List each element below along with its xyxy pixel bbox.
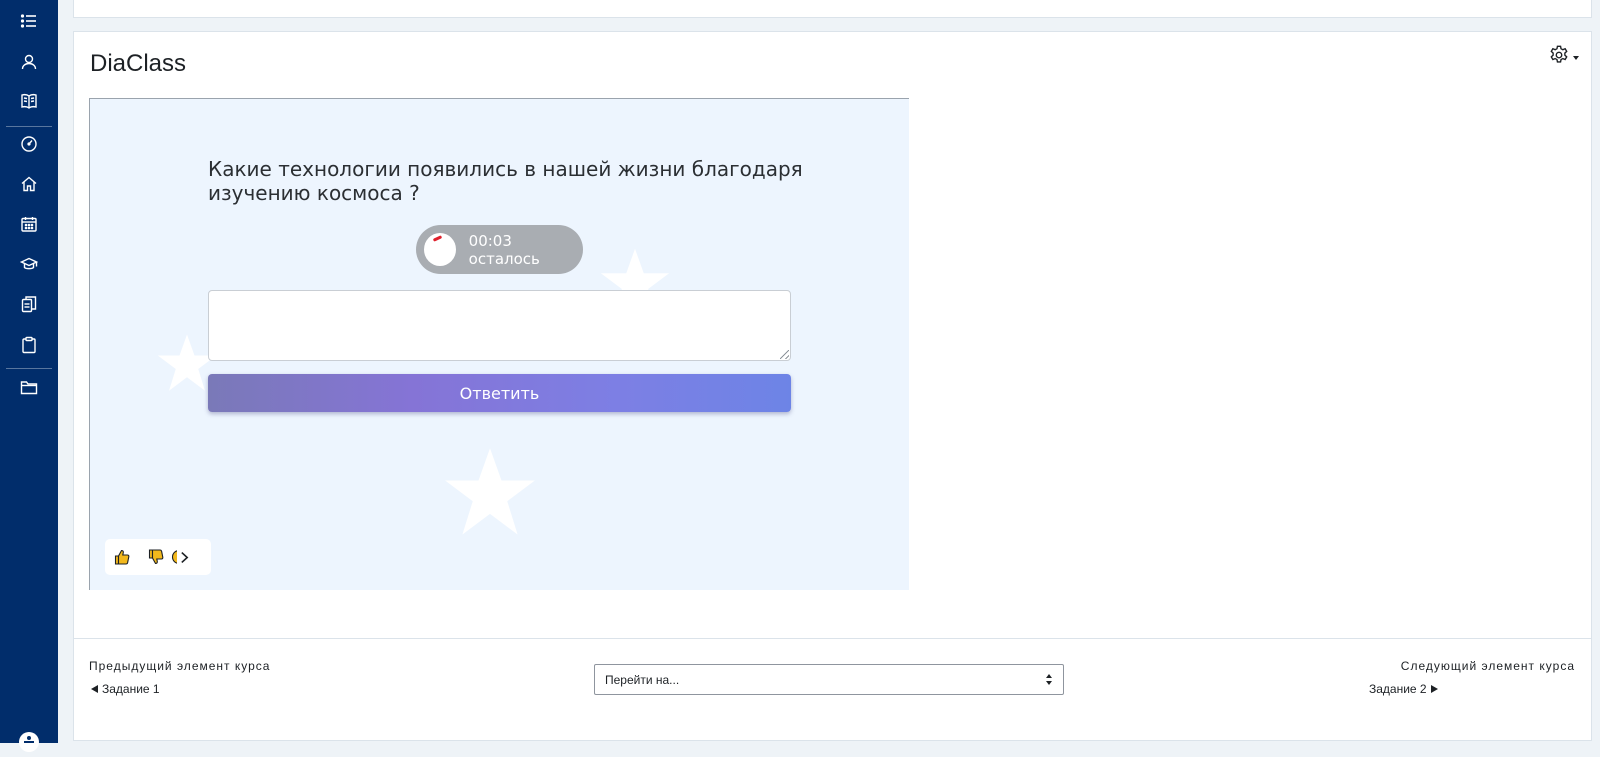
dislike-button[interactable]	[139, 539, 173, 575]
participants-icon	[21, 54, 37, 70]
list-icon	[20, 14, 36, 28]
book-icon	[21, 94, 37, 109]
settings-menu-button[interactable]	[1548, 44, 1579, 66]
thumbs-up-icon	[114, 549, 130, 565]
nav-rail	[0, 0, 58, 752]
participants-button[interactable]	[0, 44, 58, 80]
answer-input[interactable]	[208, 290, 791, 361]
countdown-timer: 00:03 осталось	[416, 225, 583, 274]
timer-remaining: 00:03 осталось	[468, 231, 540, 268]
private-files-button[interactable]	[0, 369, 58, 405]
select-arrows-icon	[1046, 674, 1052, 685]
jump-to-value: Перейти на...	[605, 672, 680, 687]
like-button[interactable]	[105, 539, 139, 575]
star-decoration-icon	[445, 448, 535, 535]
jump-to-select[interactable]: Перейти на...	[594, 664, 1064, 695]
chevron-right-icon	[180, 551, 188, 563]
resize-handle[interactable]	[780, 350, 789, 359]
prev-activity-label: Предыдущий элемент курса	[89, 659, 271, 673]
previous-block-card	[73, 0, 1592, 18]
graduation-cap-icon	[20, 257, 38, 270]
submit-answer-button[interactable]: Ответить	[208, 374, 791, 412]
reactions-next-button[interactable]	[177, 539, 191, 575]
prev-activity-name: Задание 1	[102, 682, 160, 696]
triangle-left-icon	[91, 685, 98, 693]
calendar-button[interactable]	[0, 206, 58, 242]
question-text: Какие технологии появились в нашей жизни…	[208, 157, 803, 205]
chevron-down-icon	[1573, 56, 1579, 60]
next-activity-link[interactable]: Задание 2	[1369, 682, 1438, 696]
triangle-right-icon	[1430, 685, 1438, 693]
home-icon	[21, 176, 37, 192]
content-bank-button[interactable]	[0, 286, 58, 322]
files-icon	[21, 296, 37, 313]
my-courses-button[interactable]	[0, 246, 58, 282]
dashboard-button[interactable]	[0, 126, 58, 162]
site-home-button[interactable]	[0, 166, 58, 202]
activity-frame: Какие технологии появились в нашей жизни…	[89, 98, 909, 590]
activity-card: DiaClass Какие технологии появились в на…	[73, 31, 1592, 741]
activity-navigation: Предыдущий элемент курса Задание 1 Перей…	[74, 638, 1591, 741]
next-activity-label: Следующий элемент курса	[1400, 659, 1575, 673]
grades-button[interactable]	[0, 83, 58, 119]
gear-icon	[1550, 45, 1568, 63]
dashboard-icon	[21, 136, 37, 152]
prev-activity-link[interactable]: Задание 1	[91, 682, 160, 696]
page-title: DiaClass	[90, 50, 187, 77]
clipboard-icon	[22, 336, 36, 354]
assignments-button[interactable]	[0, 327, 58, 363]
calendar-icon	[21, 217, 37, 232]
course-index-button[interactable]	[0, 3, 58, 39]
thumbs-down-icon	[148, 549, 164, 565]
folder-icon	[20, 381, 38, 395]
accessibility-icon	[24, 736, 34, 743]
timer-dial-icon	[424, 233, 456, 266]
next-activity-name: Задание 2	[1369, 682, 1427, 696]
reaction-toolbar	[105, 539, 211, 575]
accessibility-button[interactable]	[19, 732, 39, 752]
